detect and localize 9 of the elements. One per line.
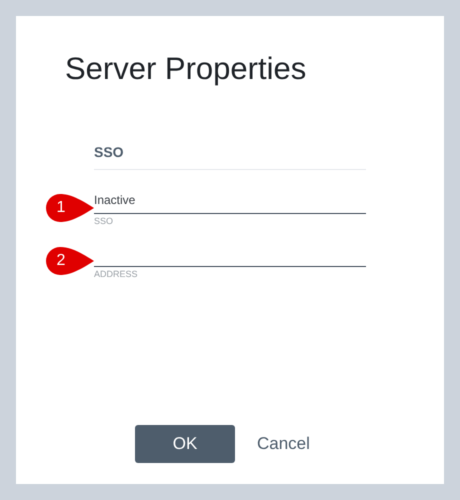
- ok-button[interactable]: OK: [135, 425, 235, 463]
- input-field[interactable]: Inactive: [94, 192, 366, 214]
- helper-text: SSO: [94, 216, 114, 227]
- cancel-button[interactable]: Cancel: [257, 431, 310, 457]
- section-heading: SSO: [94, 144, 124, 160]
- helper-text: ADDRESS: [94, 269, 138, 280]
- dialog-title: Server Properties: [65, 51, 306, 86]
- callout-marker: 2: [45, 246, 95, 276]
- callout-marker: 1: [45, 193, 95, 223]
